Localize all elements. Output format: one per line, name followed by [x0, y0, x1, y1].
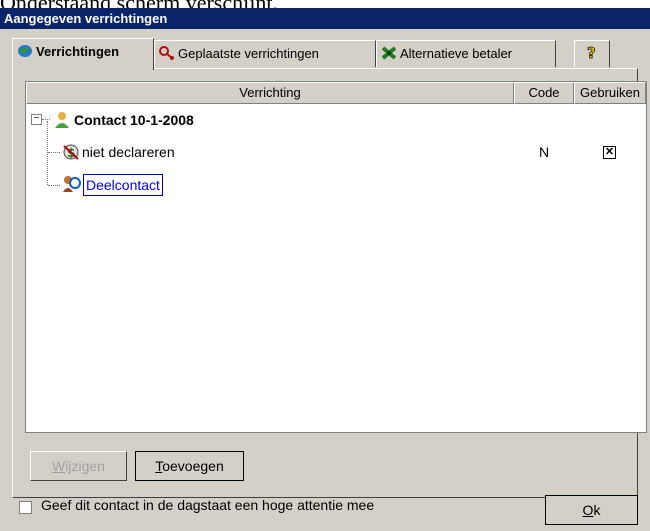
collapse-toggle-icon[interactable]: −: [31, 114, 42, 125]
attention-checkbox-label[interactable]: Geef dit contact in de dagstaat een hoge…: [41, 497, 374, 513]
dollar-icon: $: [62, 143, 80, 161]
help-icon: ?: [584, 43, 600, 63]
gebruiken-checkbox[interactable]: ✕: [603, 146, 616, 159]
ok-mnemonic: O: [582, 502, 594, 518]
tree-connector-line: [42, 119, 50, 120]
dialog-window: Aangegeven verrichtingen Verrichtingen G…: [0, 8, 650, 531]
column-header-code[interactable]: Code: [514, 82, 574, 104]
edit-mnemonic: W: [52, 458, 66, 474]
title-bar: Aangegeven verrichtingen: [0, 8, 650, 29]
person-icon: [54, 111, 70, 129]
attention-checkbox[interactable]: [19, 501, 32, 514]
verrichtingen-grid[interactable]: Verrichting Code Gebruiken − Contact 10-…: [25, 81, 647, 433]
tab-alternatieve-label: Alternatieve betaler: [400, 46, 513, 61]
edit-button[interactable]: Wijzigen: [30, 451, 127, 481]
tree-row-deelcontact[interactable]: Deelcontact: [26, 171, 646, 197]
stethoscope-icon: [159, 43, 175, 60]
code-cell: N: [538, 144, 550, 160]
tree-item-label-selected[interactable]: Deelcontact: [83, 174, 163, 196]
column-header-gebruiken[interactable]: Gebruiken: [574, 82, 646, 104]
tab-geplaatste-verrichtingen[interactable]: Geplaatste verrichtingen: [154, 40, 376, 67]
globe-icon: [17, 41, 33, 57]
money-icon: [381, 43, 397, 60]
tab-geplaatste-label: Geplaatste verrichtingen: [178, 46, 319, 61]
tab-verrichtingen[interactable]: Verrichtingen: [12, 38, 154, 70]
tab-verrichtingen-label: Verrichtingen: [36, 44, 120, 59]
edit-label: ijzigen: [65, 458, 105, 474]
ok-button[interactable]: Ok: [545, 495, 638, 525]
tab-alternatieve-betaler[interactable]: Alternatieve betaler: [376, 40, 556, 67]
column-header-verrichting[interactable]: Verrichting: [26, 82, 514, 104]
tree-item-label: Contact 10-1-2008: [74, 112, 194, 128]
tree-item-label: niet declareren: [82, 144, 175, 160]
tab-help[interactable]: ?: [574, 40, 610, 67]
tree-row-niet-declareren[interactable]: $ niet declareren N ✕: [26, 139, 646, 165]
svg-text:?: ?: [587, 44, 596, 60]
tab-strip: Verrichtingen Geplaatste verrichtingen A…: [12, 38, 632, 70]
tree-row-contact[interactable]: − Contact 10-1-2008: [26, 107, 646, 133]
people-icon: [62, 175, 82, 193]
ok-label: k: [593, 502, 601, 518]
add-button[interactable]: Toevoegen: [135, 451, 244, 481]
add-label: oevoegen: [162, 458, 224, 474]
